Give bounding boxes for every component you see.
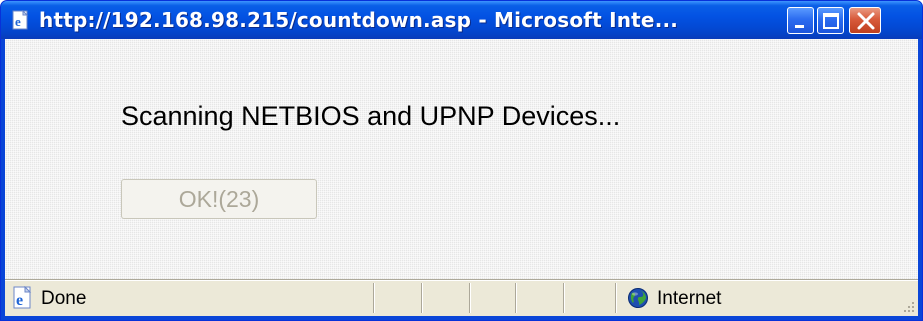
status-divider [615,283,617,313]
status-divider [563,283,565,313]
close-icon [857,12,875,30]
maximize-button[interactable] [817,7,844,34]
ie-page-icon: e [12,10,29,30]
close-button[interactable] [849,7,881,34]
security-zone-label: Internet [657,288,722,309]
status-bar: e Done Internet [5,279,918,316]
status-divider [421,283,423,313]
maximize-icon [823,13,839,29]
scanning-message: Scanning NETBIOS and UPNP Devices... [121,101,621,131]
minimize-icon [795,25,804,28]
svg-text:e: e [16,292,23,309]
globe-icon [628,288,648,308]
status-text: Done [41,288,87,309]
status-divider [469,283,471,313]
browser-popup-window: e http://192.168.98.215/countdown.asp - … [0,0,923,321]
ie-page-icon: e [13,286,32,309]
svg-text:e: e [15,14,21,29]
page-content-area: Scanning NETBIOS and UPNP Devices... OK!… [5,39,918,316]
status-divider [373,283,375,313]
status-divider [515,283,517,313]
resize-grip-icon[interactable] [900,298,916,314]
title-bar[interactable]: e http://192.168.98.215/countdown.asp - … [1,1,922,39]
ok-countdown-button[interactable]: OK!(23) [121,179,317,219]
window-title: http://192.168.98.215/countdown.asp - Mi… [39,8,679,32]
minimize-button[interactable] [787,7,814,34]
